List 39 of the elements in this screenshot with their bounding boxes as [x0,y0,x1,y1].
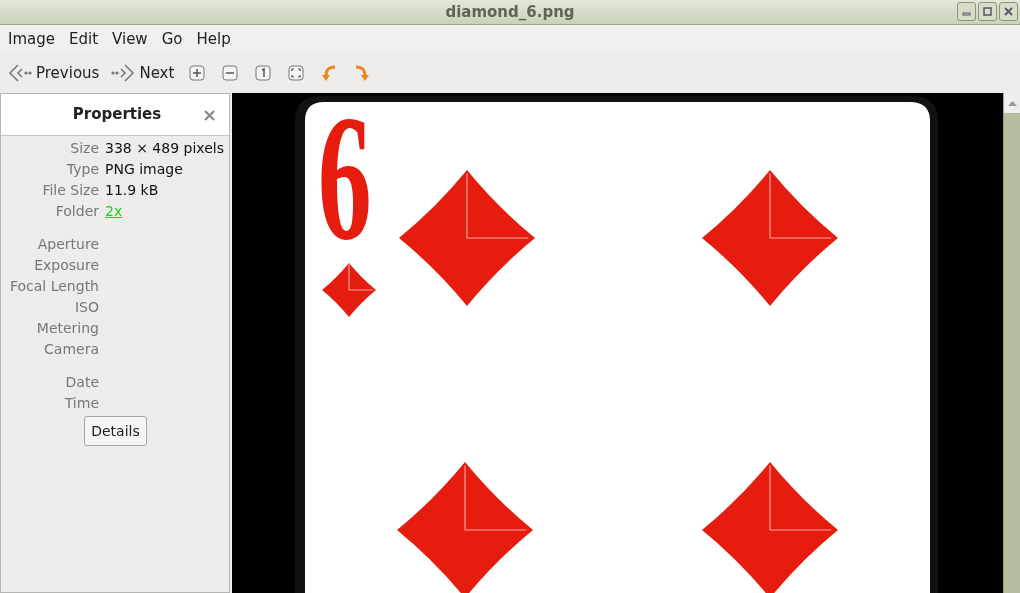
details-button[interactable]: Details [84,416,147,446]
menu-item[interactable]: Edit [62,27,106,51]
maximize-icon[interactable] [978,2,997,21]
menu-item[interactable]: Help [189,27,238,51]
diamond-icon [322,263,376,317]
property-label: Exposure [33,256,99,275]
close-panel-button[interactable]: × [201,105,217,124]
property-value: 338 × 489 pixels [105,139,224,158]
property-label: ISO [73,298,99,317]
menu-item[interactable]: View [105,27,155,51]
menu-item[interactable]: Go [154,27,190,51]
property-label: Type [65,160,99,179]
property-value: PNG image [105,160,183,179]
diamond-icon [702,462,838,593]
close-icon[interactable] [999,2,1018,21]
menu-item[interactable]: Image [1,27,62,51]
property-label: File Size [41,181,99,200]
property-label: Focal Length [8,277,99,296]
next-button[interactable]: Next [109,61,177,85]
scrollbar[interactable] [1003,93,1020,593]
property-label: Folder [54,202,99,221]
card-rank: 6 [317,93,372,277]
scroll-up-icon[interactable] [1007,100,1017,106]
diamond-icon [397,462,533,593]
property-label: Size [69,139,99,158]
property-value: 11.9 kB [105,181,159,200]
minimize-icon[interactable] [957,2,976,21]
window-title: diamond_6.png [445,1,575,23]
diamond-icon [702,170,838,306]
property-label: Date [64,373,99,392]
panel-title: Properties [72,104,162,126]
property-label: Aperture [36,235,99,254]
forward-arrow-icon [111,63,136,83]
previous-button[interactable]: Previous [6,61,102,85]
back-arrow-icon [8,63,32,83]
property-label: Camera [43,340,99,359]
property-label: Metering [35,319,99,338]
property-label: Time [63,394,99,413]
diamond-icon [399,170,535,306]
